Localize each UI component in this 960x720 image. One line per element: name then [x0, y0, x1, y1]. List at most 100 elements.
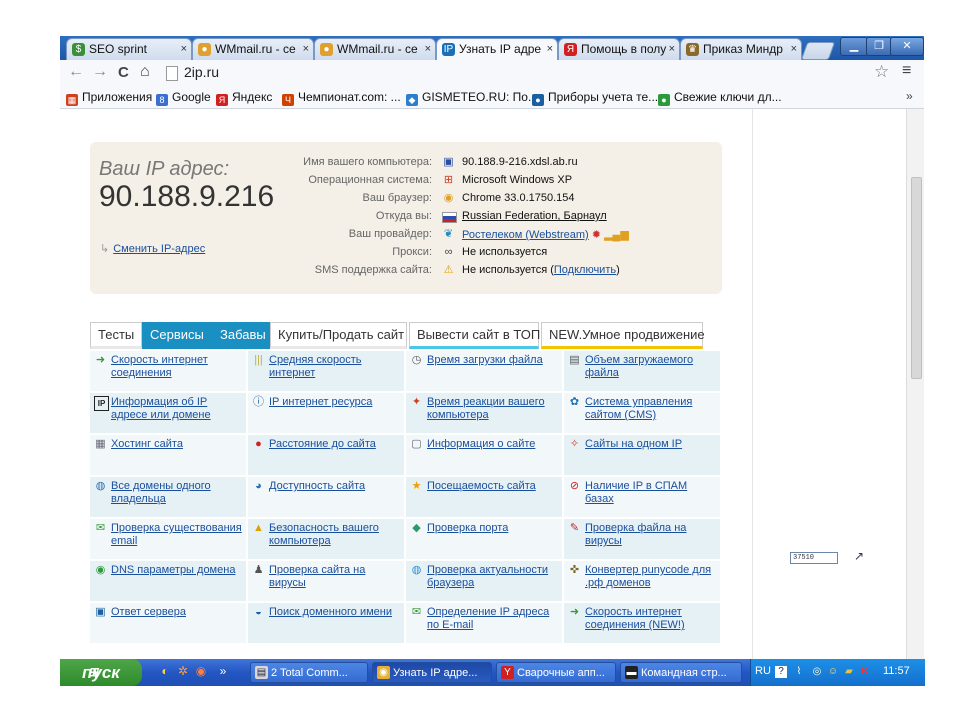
tab-yandex-help[interactable]: Я Помощь в полу ×: [558, 38, 680, 60]
bookmark-keys[interactable]: ● Свежие ключи дл...: [658, 90, 782, 106]
location-link[interactable]: Russian Federation, Барнаул: [462, 210, 607, 222]
service-cell[interactable]: ◒ Поиск доменного имени: [248, 603, 404, 643]
service-cell[interactable]: ✜ Конвертер punycode для .рф доменов: [564, 561, 720, 601]
bookmarks-more-button[interactable]: »: [906, 89, 913, 103]
service-link[interactable]: Система управления сайтом (CMS): [585, 396, 717, 422]
service-link[interactable]: Определение IP адреса по E-mail: [427, 606, 559, 632]
tab-buy-sell[interactable]: Купить/Продать сайт: [270, 322, 407, 349]
tab-smart-promo[interactable]: NEW.Умное продвижение: [541, 322, 705, 349]
bookmark-yandex[interactable]: Я Яндекс: [216, 90, 272, 106]
forward-button[interactable]: →: [92, 63, 108, 81]
close-icon[interactable]: ×: [303, 39, 309, 60]
bookmark-gismeteo[interactable]: ◆ GISMETEO.RU: По...: [406, 90, 538, 106]
service-link[interactable]: Посещаемость сайта: [427, 480, 559, 493]
service-cell[interactable]: ✉ Определение IP адреса по E-mail: [406, 603, 562, 643]
service-link[interactable]: Информация об IP адресе или домене: [111, 396, 243, 422]
visit-counter[interactable]: 37510: [790, 552, 838, 564]
maximize-button[interactable]: ❐: [866, 37, 892, 56]
service-link[interactable]: Скорость интернет соединения (NEW!): [585, 606, 717, 632]
bookmark-apps[interactable]: ▦ Приложения: [66, 90, 152, 106]
service-link[interactable]: Доступность сайта: [269, 480, 401, 493]
service-link[interactable]: Сайты на одном IP: [585, 438, 717, 451]
service-cell[interactable]: ▦ Хостинг сайта: [90, 435, 246, 475]
kaspersky-icon[interactable]: K: [859, 666, 871, 678]
sms-connect-link[interactable]: Подключить: [554, 264, 616, 276]
service-link[interactable]: Проверка порта: [427, 522, 559, 535]
tab-fun[interactable]: Забавы: [212, 322, 270, 349]
tab-tests[interactable]: Тесты: [90, 322, 142, 349]
help-icon[interactable]: ?: [775, 666, 787, 678]
tab-services[interactable]: Сервисы: [142, 322, 212, 349]
service-link[interactable]: Безопасность вашего компьютера: [269, 522, 401, 548]
tab-wmmail-1[interactable]: ● WMmail.ru - се ×: [192, 38, 314, 60]
service-link[interactable]: Проверка файла на вирусы: [585, 522, 717, 548]
service-link[interactable]: Проверка актуальности браузера: [427, 564, 559, 590]
service-link[interactable]: Все домены одного владельца: [111, 480, 243, 506]
network-icon[interactable]: ⌇: [793, 666, 805, 678]
service-cell[interactable]: ♟ Проверка сайта на вирусы: [248, 561, 404, 601]
bookmark-pribory[interactable]: ● Приборы учета те...: [532, 90, 658, 106]
service-cell[interactable]: ▤ Объем загружаемого файла: [564, 351, 720, 391]
taskbar-item-console[interactable]: ▬ Командная стр...: [620, 662, 742, 683]
bookmark-star-icon[interactable]: ☆: [874, 62, 889, 82]
service-cell[interactable]: ▣ Ответ сервера: [90, 603, 246, 643]
close-icon[interactable]: ×: [547, 39, 553, 60]
service-link[interactable]: Проверка существования email: [111, 522, 243, 548]
service-cell[interactable]: ✉ Проверка существования email: [90, 519, 246, 559]
service-link[interactable]: Поиск доменного имени: [269, 606, 401, 619]
vertical-scrollbar[interactable]: [906, 109, 924, 663]
service-cell[interactable]: ● Расстояние до сайта: [248, 435, 404, 475]
tab-2ip[interactable]: IP Узнать IP адре ×: [436, 38, 558, 60]
service-link[interactable]: Конвертер punycode для .рф доменов: [585, 564, 717, 590]
tray-app-icon[interactable]: ▰: [843, 666, 855, 678]
home-button[interactable]: ⌂: [140, 63, 150, 81]
service-link[interactable]: Время реакции вашего компьютера: [427, 396, 559, 422]
service-link[interactable]: Скорость интернет соединения: [111, 354, 243, 380]
close-icon[interactable]: ×: [425, 39, 431, 60]
tab-top[interactable]: Вывести сайт в ТОП: [409, 322, 540, 349]
service-link[interactable]: DNS параметры домена: [111, 564, 243, 577]
bookmark-google[interactable]: 8 Google: [156, 90, 211, 106]
service-link[interactable]: Проверка сайта на вирусы: [269, 564, 401, 590]
start-button[interactable]: ⊞ пуск: [60, 659, 142, 686]
tab-seo-sprint[interactable]: $ SEO sprint ×: [66, 38, 192, 60]
scroll-thumb[interactable]: [911, 177, 922, 379]
new-tab-button[interactable]: [800, 42, 836, 60]
service-cell[interactable]: ✦ Время реакции вашего компьютера: [406, 393, 562, 433]
smiley-icon[interactable]: ☺: [827, 666, 839, 678]
minimize-button[interactable]: ▁: [840, 37, 868, 56]
quicklaunch-icon-3[interactable]: ◉: [194, 664, 208, 678]
service-cell[interactable]: ◆ Проверка порта: [406, 519, 562, 559]
service-cell[interactable]: ⓘ IP интернет ресурса: [248, 393, 404, 433]
bookmark-championat[interactable]: Ч Чемпионат.com: ...: [282, 90, 401, 106]
service-cell[interactable]: ✎ Проверка файла на вирусы: [564, 519, 720, 559]
service-cell[interactable]: IP Информация об IP адресе или домене: [90, 393, 246, 433]
service-cell[interactable]: ◍ Все домены одного владельца: [90, 477, 246, 517]
sound-icon[interactable]: ◎: [811, 666, 823, 678]
service-link[interactable]: Время загрузки файла: [427, 354, 559, 367]
close-icon[interactable]: ×: [181, 39, 187, 60]
service-cell[interactable]: ||| Средняя скорость интернет: [248, 351, 404, 391]
service-link[interactable]: Средняя скорость интернет: [269, 354, 401, 380]
service-link[interactable]: Хостинг сайта: [111, 438, 243, 451]
service-cell[interactable]: ◉ DNS параметры домена: [90, 561, 246, 601]
tab-prikaz[interactable]: ♛ Приказ Миндр ×: [680, 38, 802, 60]
close-window-button[interactable]: ✕: [890, 37, 924, 56]
quicklaunch-icon-1[interactable]: ◐: [158, 664, 172, 678]
service-cell[interactable]: ✿ Система управления сайтом (CMS): [564, 393, 720, 433]
provider-link[interactable]: Ростелеком (Webstream): [462, 229, 589, 241]
service-cell[interactable]: ◷ Время загрузки файла: [406, 351, 562, 391]
back-button[interactable]: ←: [68, 63, 84, 81]
taskbar-item-yandex[interactable]: Y Сварочные апп...: [496, 662, 616, 683]
close-icon[interactable]: ×: [791, 39, 797, 60]
taskbar-item-total-commander[interactable]: ▤ 2 Total Comm...: [250, 662, 368, 683]
taskbar-item-chrome[interactable]: ◉ Узнать IP адре...: [372, 662, 492, 683]
service-link[interactable]: Расстояние до сайта: [269, 438, 401, 451]
tab-wmmail-2[interactable]: ● WMmail.ru - се ×: [314, 38, 436, 60]
url-input[interactable]: 2ip.ru: [184, 64, 219, 80]
service-link[interactable]: IP интернет ресурса: [269, 396, 401, 409]
service-cell[interactable]: ▢ Информация о сайте: [406, 435, 562, 475]
quicklaunch-more-button[interactable]: »: [216, 664, 230, 678]
service-cell[interactable]: ➜ Скорость интернет соединения: [90, 351, 246, 391]
service-cell[interactable]: ⊘ Наличие IP в СПАМ базах: [564, 477, 720, 517]
